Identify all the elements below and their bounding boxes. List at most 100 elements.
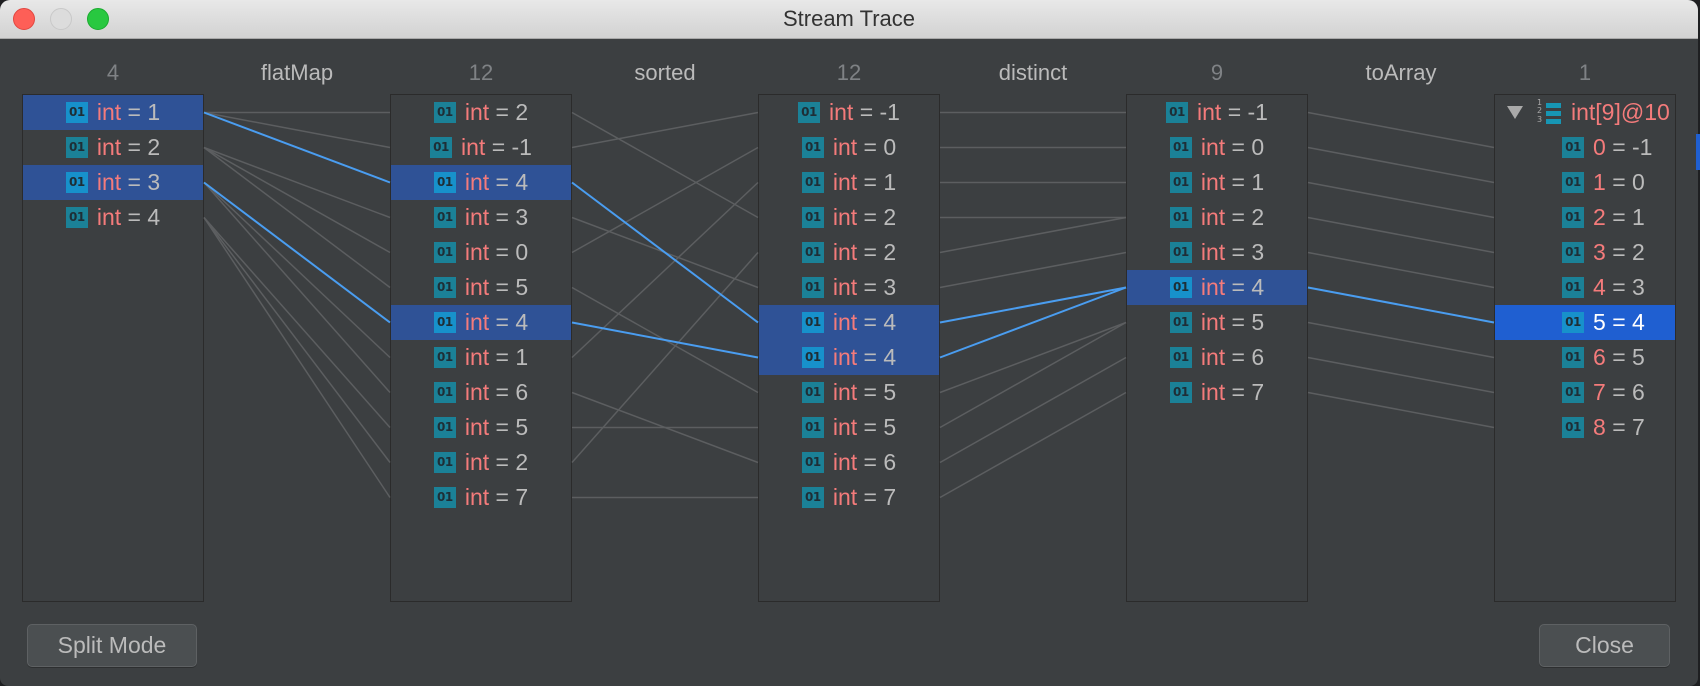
value-name: int — [829, 99, 854, 125]
trace-link — [571, 216, 759, 289]
trace-link — [571, 286, 759, 394]
value-row[interactable]: 01 int = 7 — [1127, 375, 1307, 410]
value-row[interactable]: 01 5 = 4 — [1495, 305, 1675, 340]
stage-count-label: 1 — [1578, 60, 1592, 85]
trace-link — [1307, 321, 1495, 359]
value-row[interactable]: 01 int = -1 — [1127, 95, 1307, 130]
value-name: int — [1200, 309, 1226, 335]
stage-values-list-distinct[interactable]: 01 int = -1 01 int = 0 01 int = 1 01 int = 2 01 i… — [1126, 94, 1308, 602]
value-row[interactable]: 01 int = 2 — [23, 130, 203, 165]
value-row[interactable]: 01 int = 7 — [759, 480, 939, 515]
value-row[interactable]: 01 6 = 5 — [1495, 340, 1675, 375]
value-row[interactable]: 01 int = 1 — [23, 95, 203, 130]
stage-values-list-flatmap[interactable]: 01 int = 2 01 int = -1 01 int = 4 01 int = 3 01 i… — [390, 94, 572, 602]
value-row[interactable]: 01 int = 7 — [391, 480, 571, 515]
value-text: = 6 — [495, 379, 529, 405]
value-row[interactable]: 01 8 = 7 — [1495, 410, 1675, 445]
trace-link — [939, 216, 1127, 254]
value-row[interactable]: 01 int = 2 — [391, 95, 571, 130]
value-row[interactable]: 01 int = 2 — [1127, 200, 1307, 235]
value-row[interactable]: 01 7 = 6 — [1495, 375, 1675, 410]
value-row[interactable]: 01 int = 4 — [23, 200, 203, 235]
primitive-value-icon: 01 — [801, 277, 824, 298]
value-text: = -1 — [491, 134, 532, 160]
value-text: = 5 — [495, 274, 529, 300]
trace-link-selected — [571, 321, 759, 359]
value-name: int — [96, 99, 122, 125]
stage-values-list-source[interactable]: 01 int = 1 01 int = 2 01 int = 3 01 int = 4 — [22, 94, 204, 602]
trace-link — [1307, 216, 1495, 254]
value-row[interactable]: 01 int = 2 — [391, 445, 571, 480]
trace-link — [203, 217, 391, 463]
value-row[interactable]: 01 int = 5 — [391, 410, 571, 445]
value-name: int — [96, 169, 122, 195]
primitive-value-icon: 01 — [433, 312, 456, 333]
primitive-value-icon: 01 — [801, 207, 824, 228]
value-text: = 1 — [863, 169, 897, 195]
value-text: = 0 — [495, 239, 529, 265]
value-row[interactable]: 01 int = 4 — [1127, 270, 1307, 305]
primitive-value-icon: 01 — [1562, 382, 1584, 403]
operation-label-distinct: distinct — [998, 60, 1068, 85]
value-row[interactable]: 01 int = 3 — [23, 165, 203, 200]
value-row[interactable]: 01 int = 1 — [759, 165, 939, 200]
value-row[interactable]: 01 int = 0 — [1127, 130, 1307, 165]
value-row[interactable]: 01 int = 4 — [391, 305, 571, 340]
result-tree[interactable]: 123 int[9]@10 01 0 = -1 01 1 = 0 01 2 = 1 01 3 … — [1494, 94, 1676, 602]
primitive-value-icon: 01 — [433, 382, 456, 403]
value-text: = 2 — [863, 204, 897, 230]
value-row[interactable]: 01 0 = -1 — [1495, 130, 1675, 165]
value-row[interactable]: 01 int = 5 — [1127, 305, 1307, 340]
value-row[interactable]: 01 1 = 0 — [1495, 165, 1675, 200]
value-row[interactable]: 01 int = 6 — [759, 445, 939, 480]
primitive-value-icon: 01 — [801, 172, 824, 193]
value-text: = 6 — [1612, 379, 1645, 405]
primitive-value-icon: 01 — [433, 277, 456, 298]
value-row[interactable]: 01 int = 6 — [1127, 340, 1307, 375]
value-row[interactable]: 01 int = 3 — [1127, 235, 1307, 270]
trace-link — [203, 146, 391, 219]
value-name: int — [1200, 344, 1226, 370]
value-row[interactable]: 01 int = 3 — [391, 200, 571, 235]
expand-toggle-icon[interactable] — [1507, 106, 1523, 119]
value-text: = 2 — [127, 134, 161, 160]
trace-link — [571, 252, 759, 463]
value-name: int — [464, 449, 490, 475]
value-row[interactable]: 01 int = 2 — [759, 200, 939, 235]
value-row[interactable]: 01 int = 3 — [759, 270, 939, 305]
value-row[interactable]: 01 int = 6 — [391, 375, 571, 410]
value-name: int — [1197, 99, 1222, 125]
value-row[interactable]: 01 3 = 2 — [1495, 235, 1675, 270]
primitive-value-icon: 01 — [433, 487, 456, 508]
value-text: = 4 — [1231, 274, 1265, 300]
value-row[interactable]: 01 int = 4 — [391, 165, 571, 200]
value-row[interactable]: 01 int = 5 — [759, 375, 939, 410]
stage-values-list-sorted[interactable]: 01 int = -1 01 int = 0 01 int = 1 01 int = 2 01 i… — [758, 94, 940, 602]
close-button[interactable]: Close — [1539, 624, 1670, 667]
value-row[interactable]: 01 int = 1 — [391, 340, 571, 375]
value-text: = 5 — [863, 414, 897, 440]
trace-link — [571, 111, 759, 219]
value-name: int — [461, 134, 486, 160]
result-tree-root[interactable]: 123 int[9]@10 — [1495, 95, 1675, 130]
value-row[interactable]: 01 2 = 1 — [1495, 200, 1675, 235]
primitive-value-icon: 01 — [1169, 207, 1192, 228]
value-row[interactable]: 01 int = -1 — [759, 95, 939, 130]
value-row[interactable]: 01 4 = 3 — [1495, 270, 1675, 305]
value-row[interactable]: 01 int = 4 — [759, 305, 939, 340]
trace-link — [203, 181, 391, 359]
value-row[interactable]: 01 int = 0 — [759, 130, 939, 165]
value-name: int — [464, 484, 490, 510]
value-text: = 0 — [1231, 134, 1265, 160]
value-name: int — [96, 134, 122, 160]
value-row[interactable]: 01 int = 2 — [759, 235, 939, 270]
value-row[interactable]: 01 int = 5 — [391, 270, 571, 305]
value-row[interactable]: 01 int = 1 — [1127, 165, 1307, 200]
value-row[interactable]: 01 int = 5 — [759, 410, 939, 445]
value-row[interactable]: 01 int = 4 — [759, 340, 939, 375]
split-mode-button[interactable]: Split Mode — [27, 624, 197, 667]
value-row[interactable]: 01 int = -1 — [391, 130, 571, 165]
value-row[interactable]: 01 int = 0 — [391, 235, 571, 270]
value-name: int — [832, 414, 858, 440]
value-name: int — [464, 204, 490, 230]
